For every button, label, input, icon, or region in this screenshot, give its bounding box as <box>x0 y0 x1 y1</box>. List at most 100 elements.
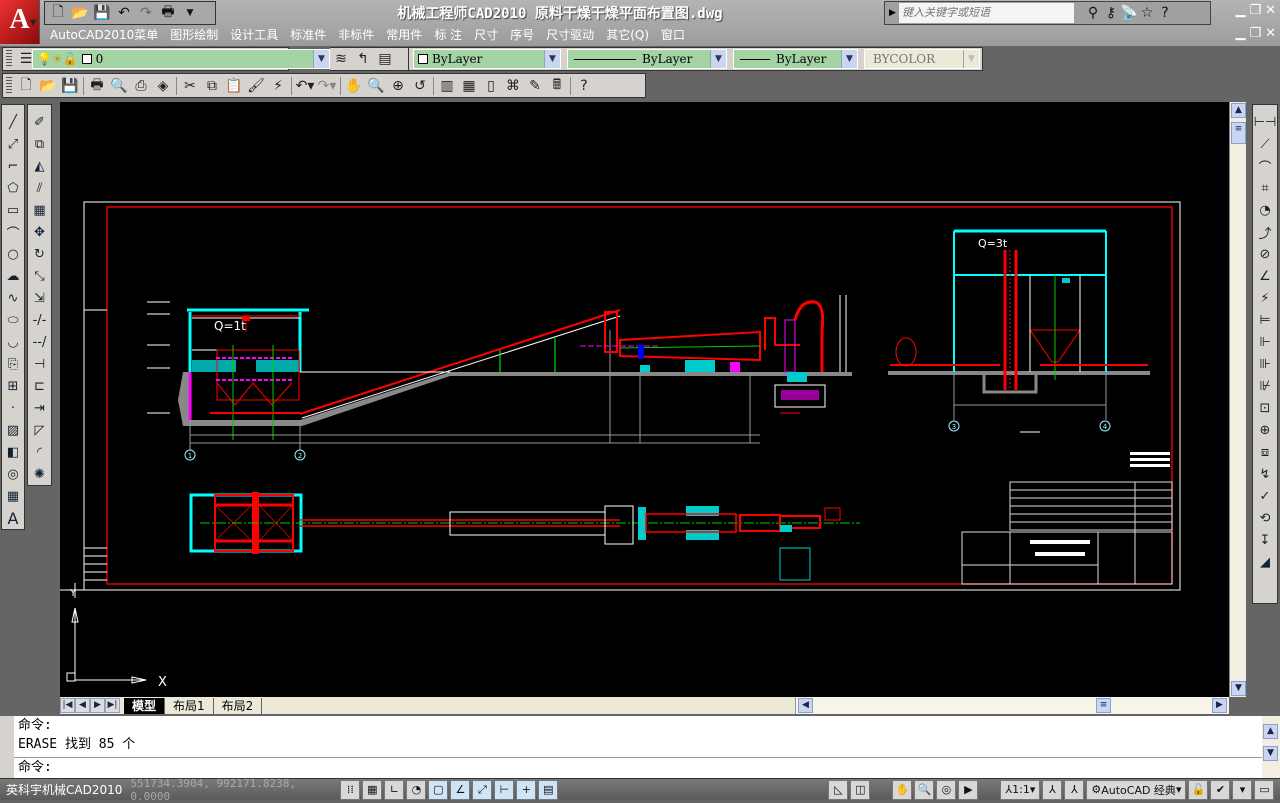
next-tab-icon[interactable]: ▶ <box>90 698 105 713</box>
layouts-icon[interactable]: ◫ <box>850 779 871 800</box>
erase-icon[interactable]: ✐ <box>30 111 50 133</box>
plot-icon[interactable]: 🖶 <box>159 4 177 22</box>
polar-toggle-icon[interactable]: ◔ <box>406 779 427 800</box>
stretch-icon[interactable]: ⇲ <box>30 287 50 309</box>
spline-icon[interactable]: ∿ <box>3 287 23 309</box>
break-dim-icon[interactable]: ⊮ <box>1255 375 1275 397</box>
region-icon[interactable]: ◎ <box>3 463 23 485</box>
circle-icon[interactable]: ○ <box>3 243 23 265</box>
rectangle-icon[interactable]: ▭ <box>3 199 23 221</box>
dim-edit-icon[interactable]: ✓ <box>1255 485 1275 507</box>
plot-icon[interactable]: 🖶 <box>86 75 108 97</box>
array-icon[interactable]: ▦ <box>30 199 50 221</box>
extend-icon[interactable]: --/ <box>30 331 50 353</box>
dyn-input-toggle-icon[interactable]: + <box>516 779 537 800</box>
tab-layout2[interactable]: 布局2 <box>213 697 263 714</box>
polygon-icon[interactable]: ⬠ <box>3 177 23 199</box>
inspection-icon[interactable]: ⧈ <box>1255 441 1275 463</box>
communication-center-icon[interactable]: 📡 <box>1120 4 1138 22</box>
3d-osnap-toggle-icon[interactable]: ∠ <box>450 779 471 800</box>
horizontal-scrollbar[interactable]: ◀ ≡ ▶ <box>795 697 1229 714</box>
zoom-window-icon[interactable]: ⊕ <box>387 75 409 97</box>
steering-wheel-icon[interactable]: ◎ <box>936 779 957 800</box>
annotation-scale[interactable]: ⅄ 1:1 ▾ <box>1000 779 1041 800</box>
menu-window[interactable]: 窗口 <box>655 25 691 45</box>
workspace-switch[interactable]: ⚙ AutoCAD 经典 ▾ <box>1086 779 1187 800</box>
tab-layout1[interactable]: 布局1 <box>165 697 214 714</box>
menu-annotate[interactable]: 标 注 <box>428 25 468 45</box>
auto-scale-icon[interactable]: ⅄ <box>1064 779 1085 800</box>
restore-icon[interactable]: ❐ <box>1249 3 1261 18</box>
cut-icon[interactable]: ✂ <box>179 75 201 97</box>
help-icon[interactable]: ? <box>573 75 595 97</box>
prev-tab-icon[interactable]: ◀ <box>75 698 90 713</box>
mirror-icon[interactable]: ◭ <box>30 155 50 177</box>
expand-icon[interactable]: ▶ <box>889 8 896 18</box>
tool-palettes-icon[interactable]: ▯ <box>480 75 502 97</box>
customize-dropdown-icon[interactable]: ▼ <box>181 4 199 22</box>
jogged-linear-icon[interactable]: ↯ <box>1255 463 1275 485</box>
last-tab-icon[interactable]: ▶| <box>105 698 120 713</box>
open-icon[interactable]: 📂 <box>71 4 89 22</box>
menu-other[interactable]: 其它(Q) <box>600 25 655 45</box>
scroll-down-icon[interactable]: ▼ <box>1263 746 1278 761</box>
chevron-down-icon[interactable]: ▼ <box>313 50 329 68</box>
pan-icon[interactable]: ✋ <box>892 779 913 800</box>
block-editor-icon[interactable]: ⚡ <box>267 75 289 97</box>
table-icon[interactable]: ▦ <box>3 485 23 507</box>
calculator-icon[interactable]: 🖩 <box>546 75 568 97</box>
scroll-up-icon[interactable]: ▲ <box>1231 103 1246 118</box>
scroll-left-icon[interactable]: ◀ <box>798 698 813 713</box>
make-block-icon[interactable]: ⊞ <box>3 375 23 397</box>
menu-standard-parts[interactable]: 标准件 <box>284 25 332 45</box>
redo-icon[interactable]: ↷▾ <box>316 75 338 97</box>
dim-text-edit-icon[interactable]: ⟲ <box>1255 507 1275 529</box>
arc-icon[interactable]: ⌒ <box>3 221 23 243</box>
coordinate-readout[interactable]: 551734.3904, 992171.8238, 0.0000 <box>130 777 340 803</box>
model-space-icon[interactable]: ◺ <box>828 779 849 800</box>
radius-icon[interactable]: ◔ <box>1255 199 1275 221</box>
line-icon[interactable]: ╱ <box>3 111 23 133</box>
match-properties-icon[interactable]: 🖌 <box>245 75 267 97</box>
drawing-canvas[interactable]: Q=1t Q=3t 1 2 3 4 X Y <box>60 102 1229 697</box>
sheet-set-icon[interactable]: ⌘ <box>502 75 524 97</box>
linear-dim-icon[interactable]: ⊢⊣ <box>1254 111 1277 133</box>
copy-object-icon[interactable]: ⧉ <box>30 133 50 155</box>
layer-combo[interactable]: 💡 ☀ 🔓 0 ▼ <box>32 49 330 69</box>
search-input[interactable] <box>899 3 1074 23</box>
grid-toggle-icon[interactable]: ▦ <box>362 779 383 800</box>
osnap-toggle-icon[interactable]: ▢ <box>428 779 449 800</box>
tray-settings-icon[interactable]: ✔ <box>1210 779 1231 800</box>
menu-common-parts[interactable]: 常用件 <box>380 25 428 45</box>
new-icon[interactable]: 🗋 <box>15 75 37 97</box>
point-icon[interactable]: · <box>3 397 23 419</box>
menu-dim-driven[interactable]: 尺寸驱动 <box>540 25 600 45</box>
color-combo[interactable]: ByLayer ▼ <box>413 49 561 69</box>
menu-design-tools[interactable]: 设计工具 <box>224 25 284 45</box>
hatch-icon[interactable]: ▨ <box>3 419 23 441</box>
gradient-icon[interactable]: ◧ <box>3 441 23 463</box>
lineweight-combo[interactable]: ByLayer ▼ <box>733 49 858 69</box>
scroll-thumb[interactable]: ≡ <box>1231 122 1246 144</box>
menu-draw[interactable]: 图形绘制 <box>164 25 224 45</box>
make-current-layer-icon[interactable]: ≋ <box>330 48 352 70</box>
chevron-down-icon[interactable]: ▼ <box>841 50 857 68</box>
toolbar-grip[interactable] <box>6 50 12 68</box>
command-grip[interactable] <box>0 716 14 778</box>
doc-restore-icon[interactable]: ❐ <box>1249 26 1261 41</box>
chevron-down-icon[interactable]: ▼ <box>544 50 560 68</box>
angular-icon[interactable]: ∠ <box>1255 265 1275 287</box>
zoom-realtime-icon[interactable]: 🔍 <box>365 75 387 97</box>
redo-icon[interactable]: ↷ <box>137 4 155 22</box>
break-icon[interactable]: ⊏ <box>30 375 50 397</box>
plot-preview-icon[interactable]: 🔍 <box>108 75 130 97</box>
lineweight-toggle-icon[interactable]: ▤ <box>538 779 559 800</box>
scroll-right-icon[interactable]: ▶ <box>1212 698 1227 713</box>
binoculars-icon[interactable]: ⚲ <box>1084 4 1102 22</box>
doc-close-icon[interactable]: ✕ <box>1265 26 1276 41</box>
zoom-icon[interactable]: 🔍 <box>914 779 935 800</box>
status-menu-icon[interactable]: ▾ <box>1232 779 1253 800</box>
space-icon[interactable]: ⊪ <box>1255 353 1275 375</box>
vertical-scrollbar[interactable]: ▲ ≡ ▼ <box>1229 102 1246 697</box>
favorites-star-icon[interactable]: ☆ <box>1138 4 1156 22</box>
